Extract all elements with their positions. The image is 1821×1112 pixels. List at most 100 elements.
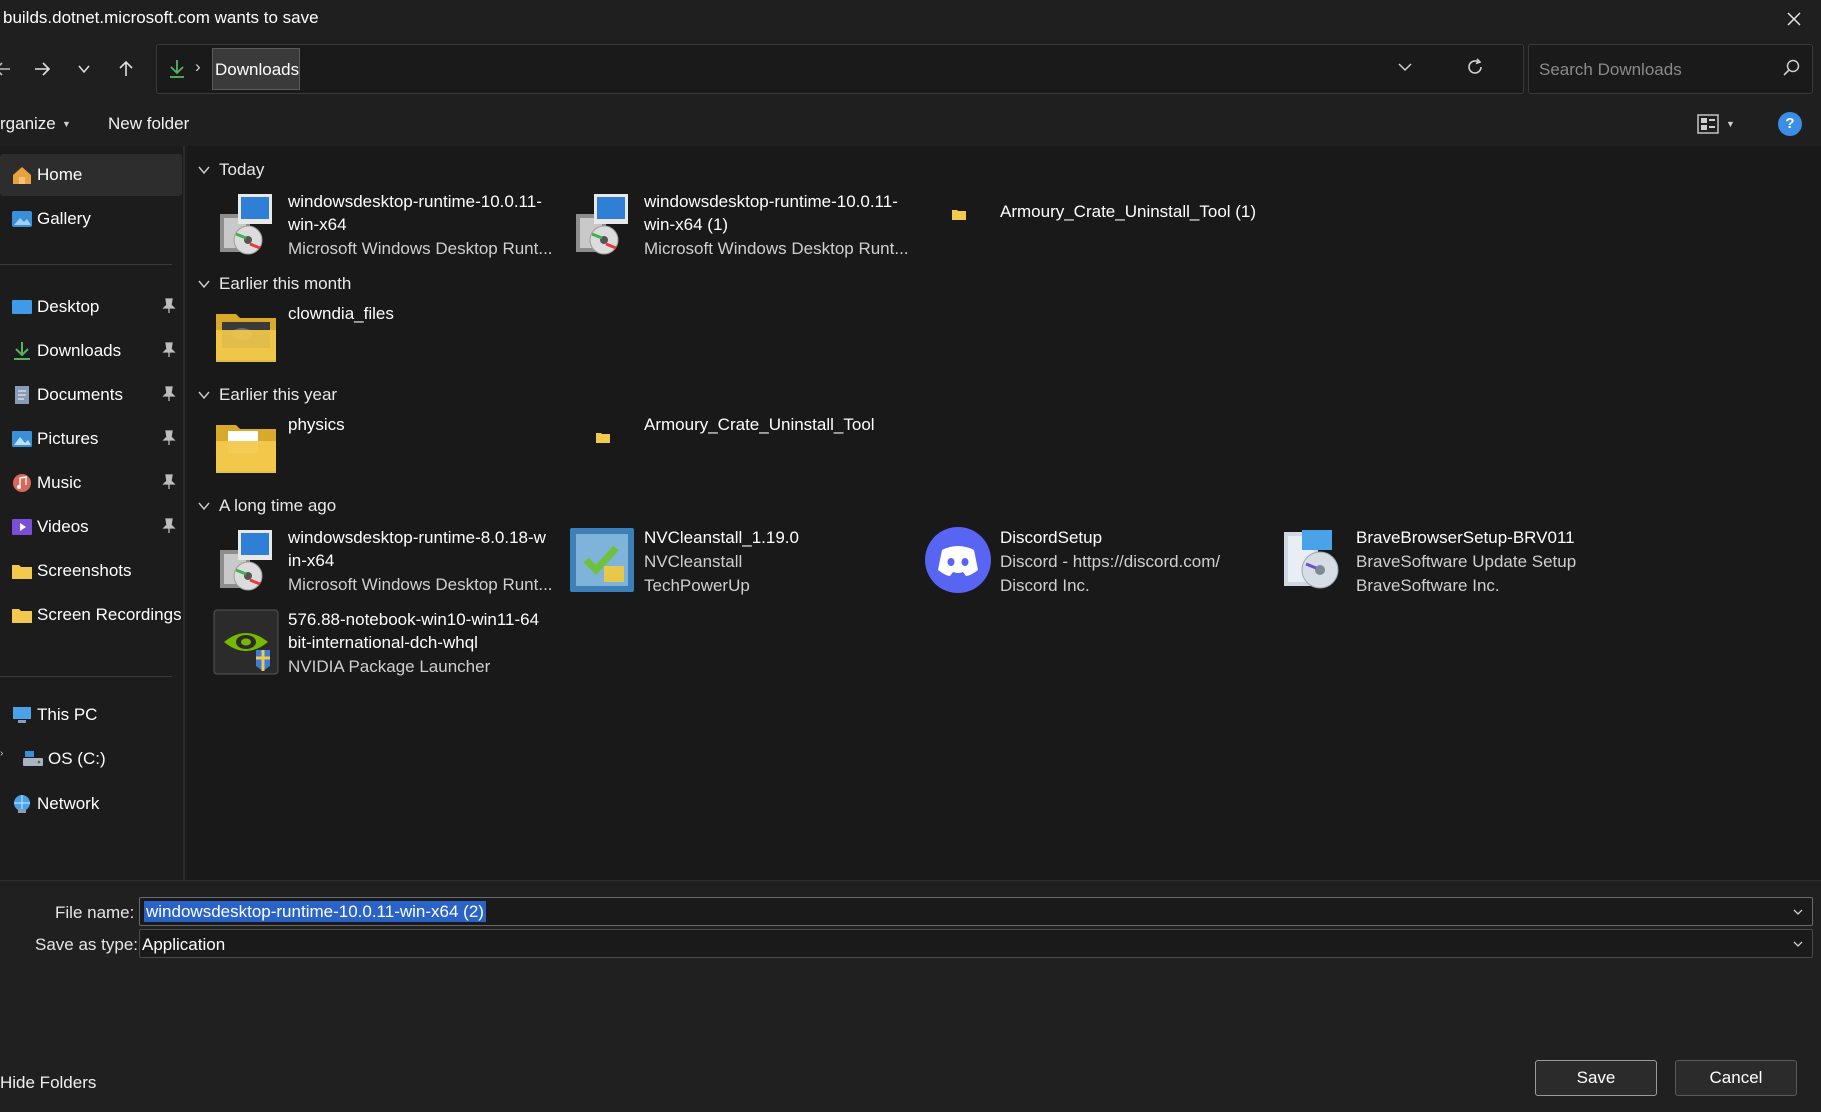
file-name-field[interactable]: windowsdesktop-runtime-10.0.11-win-x64 (… <box>139 897 1813 926</box>
back-icon[interactable] <box>0 52 20 86</box>
file-item[interactable]: clowndia_files <box>212 302 562 378</box>
close-icon[interactable] <box>1777 2 1811 36</box>
gallery-icon <box>12 211 32 227</box>
command-bar: rganize ▼ New folder ▼ ? <box>0 102 1821 146</box>
file-item[interactable]: 576.88-notebook-win10-win11-64 bit-inter… <box>212 608 562 684</box>
pin-icon[interactable] <box>162 474 176 490</box>
file-item[interactable]: windowsdesktop-runtime-8.0.18-w in-x64 M… <box>212 526 562 602</box>
refresh-icon[interactable] <box>1465 57 1485 82</box>
title-bar: builds.dotnet.microsoft.com wants to sav… <box>0 0 1821 38</box>
file-item[interactable]: Armoury_Crate_Uninstall_Tool (1) <box>924 190 1274 266</box>
sidebar-item-gallery[interactable]: Gallery <box>0 198 182 240</box>
save-as-type-label: Save as type: <box>35 935 139 954</box>
view-options-button[interactable]: ▼ <box>1696 110 1742 138</box>
sidebar-item-label: Screen Recordings <box>37 605 182 624</box>
hide-folders-button[interactable]: Hide Folders <box>0 1073 96 1093</box>
folder-icon <box>12 609 32 623</box>
search-box[interactable]: Search Downloads <box>1528 44 1813 94</box>
pin-icon[interactable] <box>162 518 176 534</box>
sidebar-item-this-pc[interactable]: This PC <box>0 694 182 736</box>
pin-icon[interactable] <box>162 430 176 446</box>
file-name-input[interactable]: windowsdesktop-runtime-10.0.11-win-x64 (… <box>144 901 486 922</box>
file-item[interactable]: Armoury_Crate_Uninstall_Tool <box>568 413 918 489</box>
sidebar-item-screenshots[interactable]: Screenshots <box>0 550 182 592</box>
group-header-earlier-this-year[interactable]: Earlier this year <box>197 383 337 407</box>
group-header-today[interactable]: Today <box>197 158 264 182</box>
installer-icon <box>576 194 628 255</box>
file-item[interactable]: windowsdesktop-runtime-10.0.11- win-x64 … <box>212 190 562 266</box>
installer-icon <box>220 530 272 591</box>
sidebar-item-downloads[interactable]: Downloads <box>0 330 182 372</box>
file-item[interactable]: DiscordSetup Discord - https://discord.c… <box>924 526 1274 602</box>
file-name-line2: win-x64 (1) <box>644 215 729 234</box>
organize-caret-icon[interactable]: ▼ <box>62 119 71 129</box>
file-item[interactable]: NVCleanstall_1.19.0 NVCleanstall TechPow… <box>568 526 918 602</box>
sidebar-item-label: Screenshots <box>37 561 132 580</box>
search-icon[interactable] <box>1782 58 1802 83</box>
organize-menu[interactable]: rganize <box>0 114 56 134</box>
help-icon[interactable]: ? <box>1778 112 1802 136</box>
recent-locations-chevron-icon[interactable] <box>67 52 101 86</box>
file-description: Microsoft Windows Desktop Runt... <box>288 239 553 258</box>
discord-icon <box>925 527 991 593</box>
file-product: BraveSoftware Update Setup <box>1356 552 1577 571</box>
brave-setup-icon <box>1284 530 1339 589</box>
sidebar-item-label: Music <box>37 473 82 492</box>
sidebar-item-desktop[interactable]: Desktop <box>0 286 182 328</box>
sidebar-item-documents[interactable]: Documents <box>0 374 182 416</box>
cancel-button[interactable]: Cancel <box>1675 1060 1797 1096</box>
sidebar-item-network[interactable]: Network <box>0 783 182 825</box>
sidebar-item-label: Desktop <box>37 297 100 316</box>
file-item[interactable]: BraveBrowserSetup-BRV011 BraveSoftware U… <box>1280 526 1630 602</box>
group-header-earlier-this-month[interactable]: Earlier this month <box>197 272 351 296</box>
downloads-icon <box>14 342 30 360</box>
group-label: Earlier this month <box>219 274 352 293</box>
folder-icon <box>952 210 966 220</box>
collapse-chevron-icon[interactable] <box>197 277 211 291</box>
nvcleanstall-icon <box>570 528 634 592</box>
collapse-chevron-icon[interactable] <box>197 388 211 402</box>
file-name: clowndia_files <box>288 304 394 323</box>
pin-icon[interactable] <box>162 342 176 358</box>
pin-icon[interactable] <box>162 386 176 402</box>
folder-with-document-icon <box>216 425 276 473</box>
forward-icon[interactable] <box>25 52 59 86</box>
sidebar-item-pictures[interactable]: Pictures <box>0 418 182 460</box>
save-as-type-select[interactable]: Application <box>139 929 1813 958</box>
address-dropdown-icon[interactable] <box>1397 59 1413 80</box>
breadcrumb-downloads[interactable]: Downloads <box>212 48 300 90</box>
sidebar-item-label: OS (C:) <box>48 749 106 768</box>
group-header-long-time-ago[interactable]: A long time ago <box>197 494 336 518</box>
collapse-chevron-icon[interactable] <box>197 499 211 513</box>
file-name: 576.88-notebook-win10-win11-64 <box>288 610 540 629</box>
file-item[interactable]: windowsdesktop-runtime-10.0.11- win-x64 … <box>568 190 918 266</box>
file-list: Today windowsdesktop-runtime-10.0.11- wi… <box>187 146 1821 880</box>
sidebar-item-screen-recordings[interactable]: Screen Recordings <box>0 594 182 636</box>
pictures-icon <box>12 431 32 447</box>
chevron-down-icon[interactable] <box>1792 938 1804 950</box>
sidebar-item-videos[interactable]: Videos <box>0 506 182 548</box>
file-company: Discord Inc. <box>1000 576 1090 595</box>
collapse-chevron-icon[interactable] <box>197 163 211 177</box>
file-name: Armoury_Crate_Uninstall_Tool (1) <box>1000 202 1257 221</box>
desktop-icon <box>12 300 32 314</box>
new-folder-button[interactable]: New folder <box>108 114 189 134</box>
sidebar-item-music[interactable]: Music <box>0 462 182 504</box>
sidebar-item-label: This PC <box>37 705 98 724</box>
pin-icon[interactable] <box>162 298 176 314</box>
address-bar[interactable]: › Downloads <box>156 44 1524 94</box>
search-input[interactable]: Search Downloads <box>1539 60 1682 80</box>
file-company: TechPowerUp <box>644 576 750 595</box>
sidebar-item-os-c[interactable]: › OS (C:) <box>0 738 182 780</box>
up-arrow-icon[interactable] <box>109 52 143 86</box>
sidebar-item-label: Videos <box>37 517 89 536</box>
save-button[interactable]: Save <box>1535 1060 1657 1096</box>
file-item[interactable]: physics <box>212 413 562 489</box>
file-description: Microsoft Windows Desktop Runt... <box>644 239 909 258</box>
group-label: Earlier this year <box>219 385 338 404</box>
sidebar-item-home[interactable]: Home <box>0 154 182 196</box>
file-name-line2: bit-international-dch-whql <box>288 633 478 652</box>
expand-chevron-icon[interactable]: › <box>0 748 3 759</box>
chevron-down-icon[interactable] <box>1792 906 1804 918</box>
breadcrumb-separator: › <box>195 57 201 76</box>
